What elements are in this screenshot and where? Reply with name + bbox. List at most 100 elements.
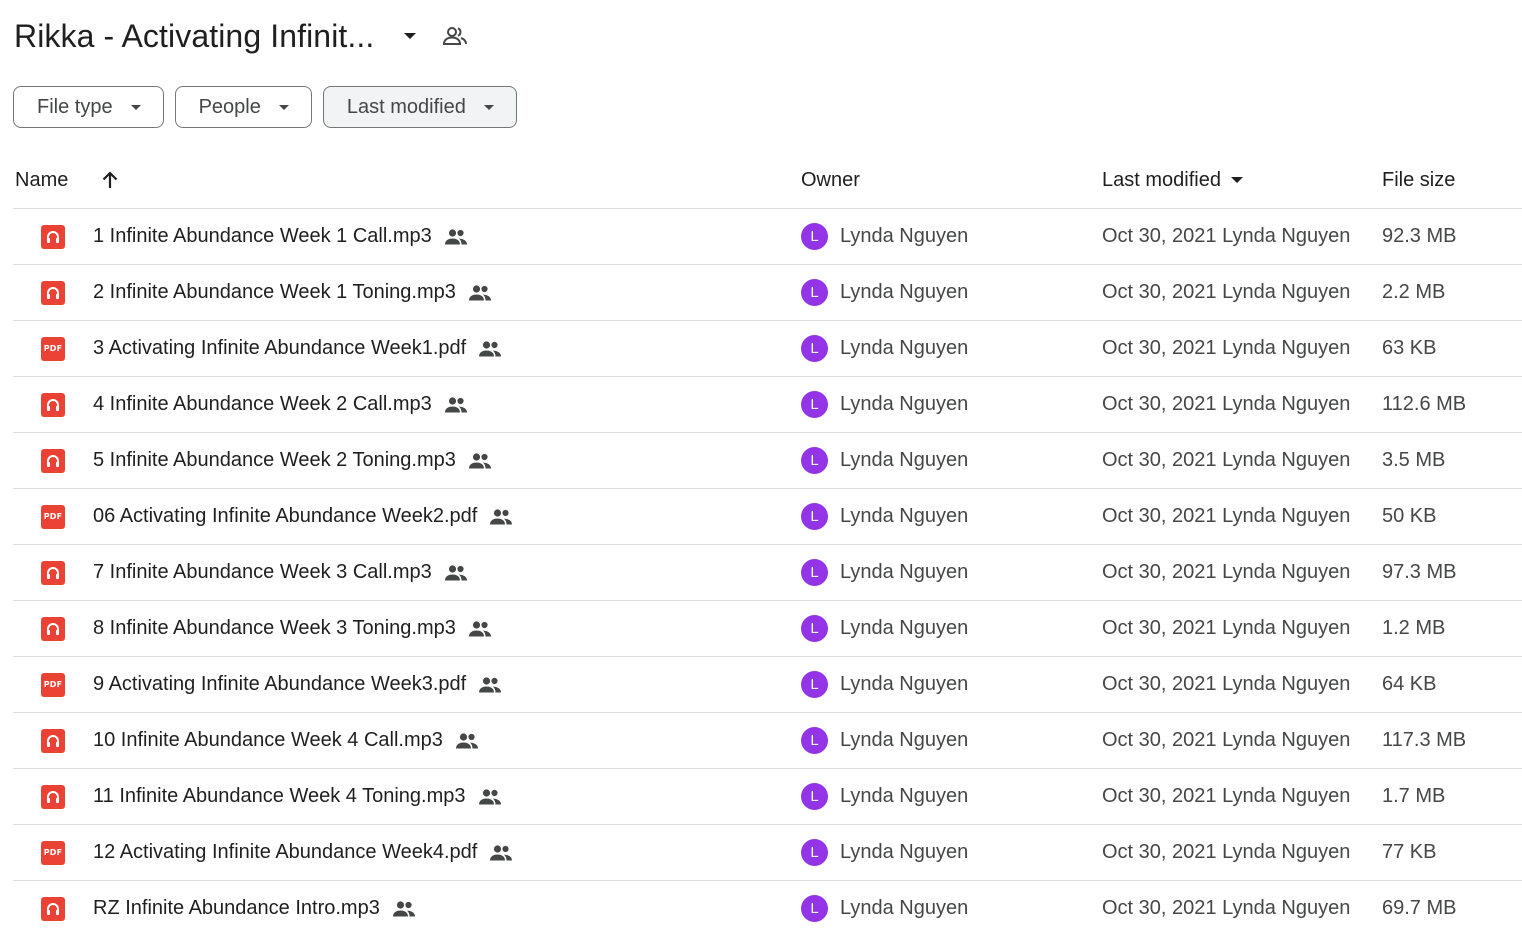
owner-column-header[interactable]: Owner [801, 160, 860, 200]
owner-cell: L Lynda Nguyen [801, 881, 968, 936]
file-name-cell[interactable]: 12 Activating Infinite Abundance Week4.p… [93, 825, 513, 880]
file-size-cell: 117.3 MB [1382, 729, 1467, 751]
file-row[interactable]: PDF 3 Activating Infinite Abundance Week… [13, 321, 1522, 377]
last-modified-cell: Oct 30, 2021 Lynda Nguyen [1102, 841, 1351, 863]
file-name-cell[interactable]: 4 Infinite Abundance Week 2 Call.mp3 [93, 377, 468, 432]
avatar[interactable]: L [801, 335, 828, 362]
owner-cell: L Lynda Nguyen [801, 769, 968, 824]
avatar[interactable]: L [801, 727, 828, 754]
folder-title[interactable]: Rikka - Activating Infinit... [14, 18, 374, 55]
pdf-icon-label: PDF [43, 344, 63, 353]
last-modified-cell: Oct 30, 2021 Lynda Nguyen [1102, 225, 1351, 247]
file-name-cell[interactable]: 3 Activating Infinite Abundance Week1.pd… [93, 321, 502, 376]
last-modified-cell: Oct 30, 2021 Lynda Nguyen [1102, 729, 1351, 751]
avatar[interactable]: L [801, 447, 828, 474]
shared-people-icon [444, 564, 468, 582]
file-name-cell[interactable]: 5 Infinite Abundance Week 2 Toning.mp3 [93, 433, 492, 488]
arrow-drop-down-icon[interactable] [396, 22, 424, 50]
file-row[interactable]: 2 Infinite Abundance Week 1 Toning.mp3 L… [13, 265, 1522, 321]
audio-file-icon [41, 265, 65, 320]
owner-cell: L Lynda Nguyen [801, 713, 968, 768]
file-row[interactable]: 1 Infinite Abundance Week 1 Call.mp3 L L… [13, 209, 1522, 265]
owner-name: Lynda Nguyen [840, 841, 969, 863]
owner-cell: L Lynda Nguyen [801, 265, 968, 320]
file-size-column-header[interactable]: File size [1382, 160, 1455, 200]
shared-people-icon [478, 788, 502, 806]
last-modified-cell: Oct 30, 2021 Lynda Nguyen [1102, 673, 1351, 695]
people-filter-chip[interactable]: People [174, 86, 312, 128]
file-row[interactable]: 11 Infinite Abundance Week 4 Toning.mp3 … [13, 769, 1522, 825]
last-modified-cell: Oct 30, 2021 Lynda Nguyen [1102, 393, 1351, 415]
file-type-filter-label: File type [37, 95, 113, 118]
avatar[interactable]: L [801, 279, 828, 306]
owner-name: Lynda Nguyen [840, 393, 969, 415]
avatar[interactable]: L [801, 783, 828, 810]
file-row[interactable]: RZ Infinite Abundance Intro.mp3 L Lynda … [13, 881, 1522, 936]
arrow-upward-icon[interactable] [97, 160, 123, 200]
file-type-filter-chip[interactable]: File type [13, 86, 164, 128]
file-size-cell: 69.7 MB [1382, 897, 1457, 919]
name-column-header[interactable]: Name [15, 160, 68, 200]
file-name-cell[interactable]: 10 Infinite Abundance Week 4 Call.mp3 [93, 713, 479, 768]
file-row[interactable]: 4 Infinite Abundance Week 2 Call.mp3 L L… [13, 377, 1522, 433]
avatar[interactable]: L [801, 503, 828, 530]
last-modified-cell: Oct 30, 2021 Lynda Nguyen [1102, 897, 1351, 919]
file-name-cell[interactable]: 9 Activating Infinite Abundance Week3.pd… [93, 657, 502, 712]
file-row[interactable]: 5 Infinite Abundance Week 2 Toning.mp3 L… [13, 433, 1522, 489]
pdf-icon-label: PDF [43, 680, 63, 689]
avatar[interactable]: L [801, 615, 828, 642]
owner-cell: L Lynda Nguyen [801, 601, 968, 656]
last-modified-column-header[interactable]: Last modified [1102, 160, 1245, 200]
shared-people-icon [478, 340, 502, 358]
pdf-icon-label: PDF [43, 848, 63, 857]
file-name: 8 Infinite Abundance Week 3 Toning.mp3 [93, 617, 456, 639]
last-modified-filter-label: Last modified [346, 95, 466, 118]
avatar[interactable]: L [801, 895, 828, 922]
file-name-cell[interactable]: 2 Infinite Abundance Week 1 Toning.mp3 [93, 265, 492, 320]
file-size-cell: 112.6 MB [1382, 393, 1467, 415]
file-list: 1 Infinite Abundance Week 1 Call.mp3 L L… [13, 209, 1522, 936]
file-name-cell[interactable]: 06 Activating Infinite Abundance Week2.p… [93, 489, 513, 544]
owner-name: Lynda Nguyen [840, 673, 969, 695]
last-modified-cell: Oct 30, 2021 Lynda Nguyen [1102, 617, 1351, 639]
file-name: 3 Activating Infinite Abundance Week1.pd… [93, 337, 467, 359]
shared-people-icon [455, 732, 479, 750]
file-name-cell[interactable]: 1 Infinite Abundance Week 1 Call.mp3 [93, 209, 468, 264]
last-modified-column-label: Last modified [1102, 168, 1221, 191]
last-modified-cell: Oct 30, 2021 Lynda Nguyen [1102, 337, 1351, 359]
file-name-cell[interactable]: 8 Infinite Abundance Week 3 Toning.mp3 [93, 601, 492, 656]
pdf-file-icon: PDF [41, 321, 65, 376]
file-name: 7 Infinite Abundance Week 3 Call.mp3 [93, 561, 432, 583]
file-name-cell[interactable]: RZ Infinite Abundance Intro.mp3 [93, 881, 416, 936]
file-row[interactable]: 7 Infinite Abundance Week 3 Call.mp3 L L… [13, 545, 1522, 601]
shared-people-icon [489, 844, 513, 862]
avatar[interactable]: L [801, 223, 828, 250]
shared-people-icon [392, 900, 416, 918]
file-list-header: Name Owner Last modified File size [13, 160, 1522, 209]
shared-people-icon [468, 284, 492, 302]
file-name: RZ Infinite Abundance Intro.mp3 [93, 897, 380, 919]
file-name: 11 Infinite Abundance Week 4 Toning.mp3 [93, 785, 466, 807]
file-name-cell[interactable]: 7 Infinite Abundance Week 3 Call.mp3 [93, 545, 468, 600]
shared-people-icon [478, 676, 502, 694]
owner-cell: L Lynda Nguyen [801, 657, 968, 712]
owner-name: Lynda Nguyen [840, 505, 969, 527]
last-modified-filter-chip[interactable]: Last modified [322, 86, 517, 128]
file-size-cell: 97.3 MB [1382, 561, 1457, 583]
avatar[interactable]: L [801, 559, 828, 586]
file-row[interactable]: 10 Infinite Abundance Week 4 Call.mp3 L … [13, 713, 1522, 769]
avatar[interactable]: L [801, 391, 828, 418]
file-size-cell: 3.5 MB [1382, 449, 1446, 471]
file-name-cell[interactable]: 11 Infinite Abundance Week 4 Toning.mp3 [93, 769, 502, 824]
file-row[interactable]: PDF 9 Activating Infinite Abundance Week… [13, 657, 1522, 713]
file-row[interactable]: PDF 06 Activating Infinite Abundance Wee… [13, 489, 1522, 545]
file-name: 12 Activating Infinite Abundance Week4.p… [93, 841, 478, 863]
avatar[interactable]: L [801, 671, 828, 698]
shared-folder-people-icon[interactable] [440, 21, 470, 51]
avatar[interactable]: L [801, 839, 828, 866]
last-modified-cell: Oct 30, 2021 Lynda Nguyen [1102, 561, 1351, 583]
file-name: 06 Activating Infinite Abundance Week2.p… [93, 505, 478, 527]
file-row[interactable]: 8 Infinite Abundance Week 3 Toning.mp3 L… [13, 601, 1522, 657]
file-row[interactable]: PDF 12 Activating Infinite Abundance Wee… [13, 825, 1522, 881]
file-name: 5 Infinite Abundance Week 2 Toning.mp3 [93, 449, 456, 471]
